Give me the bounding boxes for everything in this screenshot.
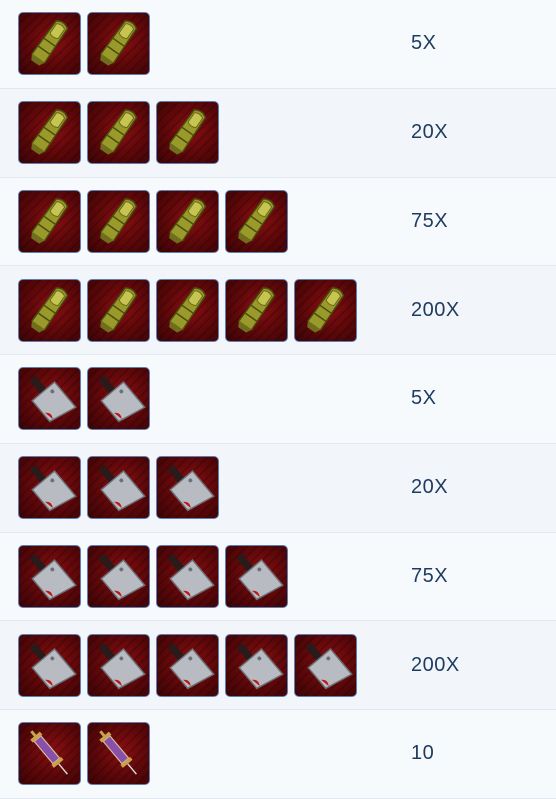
payout-multiplier: 200X <box>411 298 460 321</box>
payout-multiplier: 5X <box>411 32 437 55</box>
symbol-group <box>0 278 357 342</box>
payout-multiplier: 75X <box>411 209 449 232</box>
paytable-row: 20X <box>0 88 556 178</box>
payout-multiplier: 20X <box>411 121 449 144</box>
symbol-group <box>0 544 288 608</box>
paytable-row: 200X <box>0 621 556 710</box>
symbol-group <box>0 189 288 253</box>
symbol-group <box>0 456 219 520</box>
finger-icon <box>156 189 219 253</box>
cleaver-icon <box>87 544 150 608</box>
symbol-group <box>0 633 357 697</box>
cleaver-icon <box>18 456 81 520</box>
syringe-icon <box>18 722 81 786</box>
finger-icon <box>294 278 357 342</box>
finger-icon <box>225 189 288 253</box>
finger-icon <box>18 189 81 253</box>
symbol-group <box>0 101 219 165</box>
payout-multiplier: 20X <box>411 476 449 499</box>
cleaver-icon <box>156 633 219 697</box>
cleaver-icon <box>225 544 288 608</box>
paytable-row: 75X <box>0 177 556 267</box>
cleaver-icon <box>18 367 81 431</box>
cleaver-icon <box>156 544 219 608</box>
payout-multiplier: 200X <box>411 653 460 676</box>
paytable-row: 20X <box>0 443 556 533</box>
cleaver-icon <box>87 456 150 520</box>
cleaver-icon <box>87 367 150 431</box>
cleaver-icon <box>87 633 150 697</box>
finger-icon <box>18 101 81 165</box>
symbol-group <box>0 367 150 431</box>
paytable-row: 75X <box>0 532 556 622</box>
cleaver-icon <box>156 456 219 520</box>
finger-icon <box>87 189 150 253</box>
finger-icon <box>87 278 150 342</box>
payout-multiplier: 5X <box>411 387 437 410</box>
finger-icon <box>18 278 81 342</box>
symbol-group <box>0 722 150 786</box>
finger-icon <box>156 278 219 342</box>
finger-icon <box>18 12 81 76</box>
paytable-row: 200X <box>0 266 556 355</box>
cleaver-icon <box>294 633 357 697</box>
finger-icon <box>87 12 150 76</box>
paytable-row: 5X <box>0 355 556 444</box>
finger-icon <box>225 278 288 342</box>
finger-icon <box>87 101 150 165</box>
payout-multiplier: 10 <box>411 742 435 765</box>
symbol-group <box>0 12 150 76</box>
paytable: 5X 20X 75X 200X 5X 20X 75X 200X 10 <box>0 0 556 799</box>
paytable-row: 10 <box>0 710 556 799</box>
finger-icon <box>156 101 219 165</box>
paytable-row: 5X <box>0 0 556 89</box>
syringe-icon <box>87 722 150 786</box>
cleaver-icon <box>18 633 81 697</box>
cleaver-icon <box>225 633 288 697</box>
payout-multiplier: 75X <box>411 564 449 587</box>
cleaver-icon <box>18 544 81 608</box>
